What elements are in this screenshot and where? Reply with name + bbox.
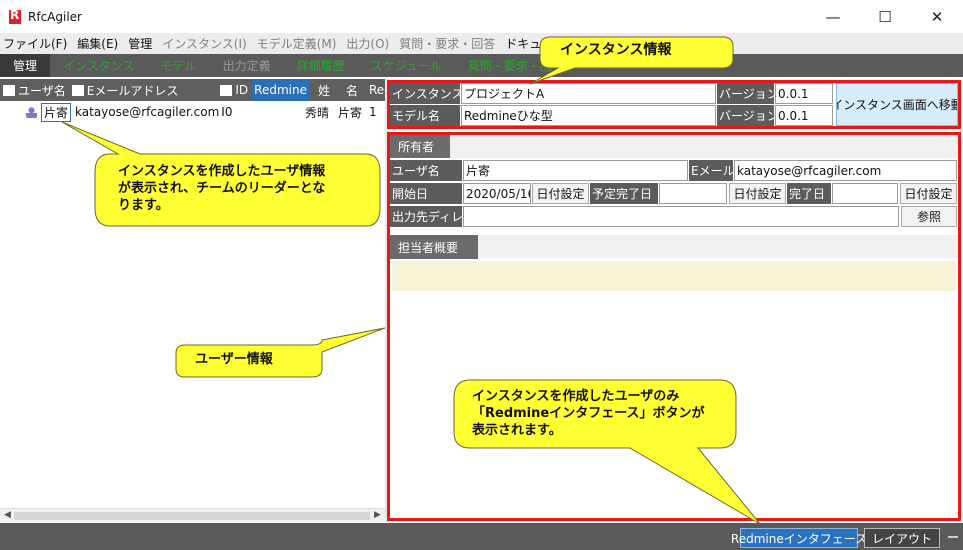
menu-file[interactable]: ファイル(F) <box>3 35 67 52</box>
owner-email-label: Eメール <box>689 160 733 181</box>
model-version-label: バージョン <box>717 105 774 126</box>
column-last-name-label: 名 <box>345 83 358 98</box>
menu-instance[interactable]: インスタンス(I) <box>162 35 246 52</box>
output-dir-label: 出力先ディレ <box>390 206 462 227</box>
tab-schedule[interactable]: スケジュール <box>358 54 455 77</box>
tab-qa[interactable]: 質問・要求・回答 <box>455 54 577 77</box>
tab-instance[interactable]: インスタンス <box>50 54 148 77</box>
summary-text-area[interactable] <box>392 261 956 291</box>
horizontal-scrollbar[interactable]: ◀ ▶ <box>0 508 385 522</box>
user-last-name-cell: 片寄 <box>338 105 363 120</box>
column-redmine-label: Redmine <box>254 83 307 97</box>
output-dir-field[interactable] <box>463 206 899 227</box>
start-date-label: 開始日 <box>390 183 462 204</box>
owner-section-title: 所有者 <box>390 135 450 158</box>
menu-edit[interactable]: 編集(E) <box>77 35 118 52</box>
user-list-header: ユーザ名 Eメールアドレス ID Redmine 姓 名 Red <box>0 79 385 101</box>
redmine-interface-button[interactable]: Redmineインタフェース <box>731 528 867 548</box>
maximize-button[interactable]: ☐ <box>859 0 911 33</box>
app-logo-icon <box>9 8 21 24</box>
start-date-set-button[interactable]: 日付設定 <box>532 183 589 204</box>
callout-redmine-only-line-2: 「Redmineインタフェース」ボタンが <box>472 406 705 421</box>
title-bar: RfcAgiler — ☐ ✕ <box>0 0 963 33</box>
instance-name-field[interactable]: プロジェクトA <box>461 83 716 104</box>
user-id-cell: I0 <box>221 105 233 119</box>
callout-user-info-text: ユーザー情報 <box>195 352 273 367</box>
tab-manage[interactable]: 管理 <box>0 54 51 77</box>
tab-bar: 管理 インスタンス モデル 出力定義 詳細履歴 スケジュール 質問・要求・回答 <box>0 54 963 77</box>
owner-email-field[interactable]: katayose@rfcagiler.com <box>734 160 957 181</box>
planned-end-label: 予定完了日 <box>590 183 658 204</box>
model-name-label: モデル名 <box>390 105 460 126</box>
callout-redmine-only-line-3: 表示されます。 <box>472 423 562 438</box>
planned-end-field[interactable] <box>659 183 727 204</box>
column-extra[interactable]: Red <box>366 79 385 101</box>
callout-instance-info-text: インスタンス情報 <box>560 42 672 58</box>
column-id[interactable]: ID <box>217 79 251 101</box>
browse-button[interactable]: 参照 <box>901 206 957 227</box>
model-version-field[interactable]: 0.0.1 <box>775 105 833 126</box>
tab-model[interactable]: モデル <box>148 54 210 77</box>
owner-section-band <box>390 135 958 158</box>
menu-qa[interactable]: 質問・要求・回答 <box>399 35 495 52</box>
column-first-name[interactable]: 姓 <box>310 79 338 101</box>
tab-history[interactable]: 詳細履歴 <box>284 54 358 77</box>
bottom-bar: Redmineインタフェース レイアウト <box>0 523 963 550</box>
owner-user-name-label: ユーザ名 <box>390 160 462 181</box>
column-first-name-label: 姓 <box>317 83 330 98</box>
start-date-field[interactable]: 2020/05/16 <box>463 183 531 204</box>
window-title: RfcAgiler <box>28 9 82 24</box>
menu-manage[interactable]: 管理 <box>128 35 152 52</box>
close-button[interactable]: ✕ <box>911 0 963 33</box>
summary-section-title: 担当者概要 <box>390 235 478 259</box>
planned-end-set-button[interactable]: 日付設定 <box>729 183 786 204</box>
model-name-field[interactable]: Redmineひな型 <box>461 105 716 126</box>
scroll-left-icon[interactable]: ◀ <box>4 510 11 520</box>
id-icon <box>220 84 233 96</box>
goto-instance-button[interactable]: インスタンス画面へ移動 <box>836 83 958 126</box>
menu-model-definition[interactable]: モデル定義(M) <box>257 35 337 52</box>
user-column-icon <box>3 84 15 96</box>
callout-creator-info-line-1: インスタンスを作成したユーザ情報 <box>118 164 326 179</box>
instance-name-label: インスタンス名 <box>390 83 460 104</box>
column-last-name[interactable]: 名 <box>338 79 366 101</box>
layout-button[interactable]: レイアウト <box>864 528 940 548</box>
user-extra-cell: 1 <box>369 105 377 119</box>
collapse-icon[interactable] <box>948 536 958 538</box>
column-id-label: ID <box>235 83 249 97</box>
column-user-name-label: ユーザ名 <box>18 83 66 98</box>
minimize-button[interactable]: — <box>807 0 859 33</box>
column-redmine[interactable]: Redmine <box>251 79 310 101</box>
instance-version-label: バージョン <box>717 83 774 104</box>
window-controls: — ☐ ✕ <box>807 0 963 33</box>
menu-bar: ファイル(F) 編集(E) 管理 インスタンス(I) モデル定義(M) 出力(O… <box>0 33 963 54</box>
end-date-label: 完了日 <box>787 183 831 204</box>
column-email[interactable]: Eメールアドレス <box>69 79 182 101</box>
column-extra-label: Red <box>368 83 385 97</box>
instance-version-field[interactable]: 0.0.1 <box>775 83 833 104</box>
callout-creator-info-line-2: が表示され、チームのリーダーとな <box>118 181 326 196</box>
user-list-pane: ユーザ名 Eメールアドレス ID Redmine 姓 名 Red 片寄 kata… <box>0 79 385 509</box>
user-first-name-cell: 秀晴 <box>305 105 330 120</box>
end-date-field[interactable] <box>832 183 898 204</box>
user-name-cell: 片寄 <box>41 102 72 122</box>
tab-output-definition[interactable]: 出力定義 <box>210 54 284 77</box>
column-email-label: Eメールアドレス <box>86 83 179 98</box>
menu-output[interactable]: 出力(O) <box>346 35 389 52</box>
user-row[interactable]: 片寄 katayose@rfcagiler.com I0 秀晴 片寄 1 <box>0 102 385 122</box>
end-date-set-button[interactable]: 日付設定 <box>900 183 957 204</box>
owner-user-name-field[interactable]: 片寄 <box>463 160 688 181</box>
column-user-name[interactable]: ユーザ名 <box>0 79 69 101</box>
callout-creator-info-line-3: ります。 <box>118 198 169 213</box>
person-icon <box>26 106 37 118</box>
mail-icon <box>71 84 84 96</box>
scrollbar-thumb[interactable] <box>14 512 370 520</box>
user-email-cell: katayose@rfcagiler.com <box>75 105 220 119</box>
scroll-right-icon[interactable]: ▶ <box>374 510 381 520</box>
callout-redmine-only-line-1: インスタンスを作成したユーザのみ <box>472 389 680 404</box>
